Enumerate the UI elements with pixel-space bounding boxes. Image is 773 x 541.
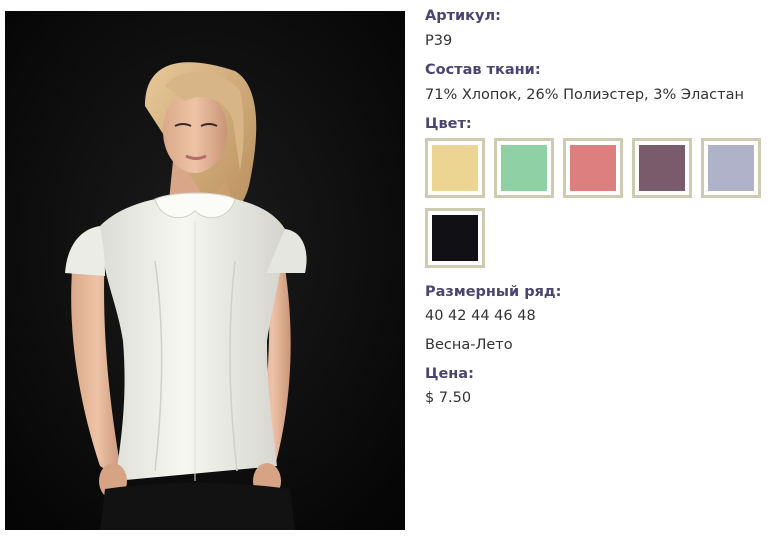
article-value: P39 (425, 33, 453, 49)
sizes-label: Размерный ряд: (425, 284, 562, 300)
color-label: Цвет: (425, 116, 472, 132)
model-illustration (5, 11, 405, 530)
color-swatch-fill (708, 145, 754, 191)
article-label: Артикул: (425, 8, 501, 24)
sizes-value: 40 42 44 46 48 (425, 308, 536, 324)
color-swatch-fill (432, 215, 478, 261)
color-swatch-plum[interactable] (632, 138, 692, 198)
color-swatch-black[interactable] (425, 208, 485, 268)
color-swatch-fill (501, 145, 547, 191)
color-swatch-mint[interactable] (494, 138, 554, 198)
product-photo (5, 11, 405, 530)
price-value: $ 7.50 (425, 390, 472, 406)
color-swatch-coral[interactable] (563, 138, 623, 198)
color-swatch-fill (639, 145, 685, 191)
fabric-value: 71% Хлопок, 26% Полиэстер, 3% Эластан (425, 87, 744, 103)
fabric-label: Состав ткани: (425, 62, 541, 78)
color-swatch-fill (432, 145, 478, 191)
price-label: Цена: (425, 366, 474, 382)
color-swatch-lavender-grey[interactable] (701, 138, 761, 198)
color-swatch-yellow[interactable] (425, 138, 485, 198)
color-swatch-fill (570, 145, 616, 191)
season-value: Весна-Лето (425, 337, 513, 353)
